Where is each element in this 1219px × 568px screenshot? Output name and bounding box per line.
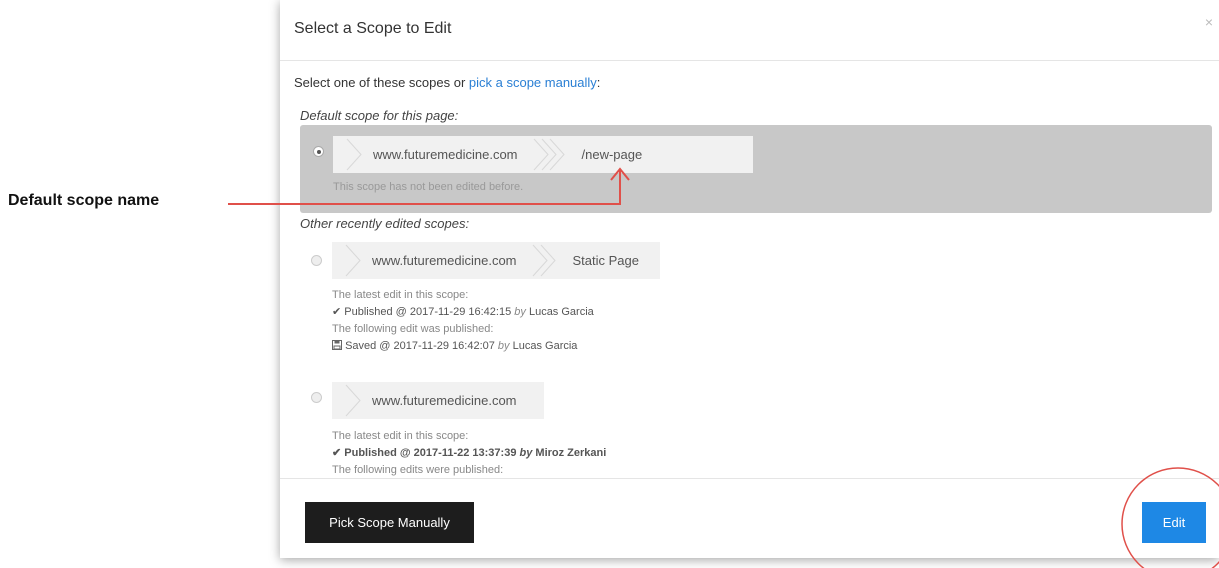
edit-highlight-circle bbox=[1121, 467, 1219, 568]
annotation-callout-line bbox=[228, 170, 621, 205]
annotation-overlay bbox=[228, 167, 1219, 568]
